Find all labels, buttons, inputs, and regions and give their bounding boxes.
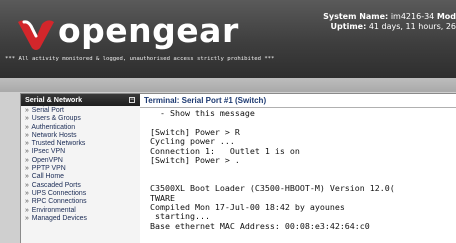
arrow-icon: » — [25, 206, 29, 214]
arrow-icon: » — [25, 214, 29, 222]
system-info: System Name: im4216-34 Mod Uptime: 41 da… — [323, 12, 456, 32]
sidebar-item-label: PPTP VPN — [31, 165, 66, 173]
arrow-icon: » — [25, 198, 29, 206]
sidebar-item-openvpn[interactable]: » OpenVPN — [25, 157, 141, 165]
arrow-icon: » — [25, 189, 29, 197]
arrow-icon: » — [25, 148, 29, 156]
sidebar-item-label: Users & Groups — [31, 115, 81, 123]
sidebar-item-label: IPsec VPN — [31, 148, 66, 156]
collapse-icon[interactable]: − — [129, 97, 135, 103]
sidebar-item-rpc-connections[interactable]: » RPC Connections — [25, 198, 141, 206]
sidebar-menu: » Serial Port » Users & Groups » Authent… — [21, 106, 141, 223]
title-divider — [140, 107, 456, 108]
arrow-icon: » — [25, 140, 29, 148]
arrow-icon: » — [25, 123, 29, 131]
terminal-output[interactable]: - Show this message [Switch] Power > R Cy… — [150, 109, 456, 243]
sidebar-item-ipsec-vpn[interactable]: » IPsec VPN — [25, 148, 141, 156]
header-divider-band — [0, 78, 456, 92]
sidebar-item-label: Trusted Networks — [31, 140, 86, 148]
sidebar-item-trusted-networks[interactable]: » Trusted Networks — [25, 140, 141, 148]
sidebar-item-label: UPS Connections — [31, 189, 87, 197]
system-name-extra: Mod — [436, 12, 456, 21]
sidebar-item-label: Serial Port — [31, 107, 64, 114]
sidebar-title: Serial & Network — [25, 95, 83, 104]
main-panel: Terminal: Serial Port #1 (Switch) - Show… — [140, 93, 456, 243]
arrow-icon: » — [25, 107, 29, 114]
arrow-icon: » — [25, 165, 29, 173]
opengear-logo-icon — [18, 20, 54, 50]
terminal-line: - Show this message — [150, 109, 255, 118]
sidebar-header[interactable]: Serial & Network − — [21, 94, 141, 106]
system-name-label: System Name: — [323, 12, 389, 21]
sidebar-item-label: OpenVPN — [31, 156, 63, 164]
uptime-label: Uptime: — [330, 22, 367, 31]
sidebar-item-serial-port[interactable]: » Serial Port — [25, 107, 141, 115]
arrow-icon: » — [25, 115, 29, 123]
arrow-icon: » — [25, 131, 29, 139]
sidebar-item-authentication[interactable]: » Authentication — [25, 124, 141, 132]
sidebar-item-network-hosts[interactable]: » Network Hosts — [25, 132, 141, 140]
sidebar-item-label: RPC Connections — [31, 198, 87, 206]
sidebar-item-users-groups[interactable]: » Users & Groups — [25, 115, 141, 123]
app-header: opengear System Name: im4216-34 Mod Upti… — [0, 0, 456, 78]
sidebar-item-label: Authentication — [31, 123, 76, 131]
sidebar-item-pptp-vpn[interactable]: » PPTP VPN — [25, 165, 141, 173]
sidebar-item-label: Cascaded Ports — [31, 181, 81, 189]
brand-name: opengear — [58, 11, 239, 50]
access-warning: *** All activity monitored & logged, una… — [5, 56, 275, 62]
terminal-line: Base ethernet MAC Address: 00:08:e3:42:6… — [150, 220, 370, 231]
terminal-line: [Switch] Power > . — [150, 155, 240, 166]
arrow-icon: » — [25, 173, 29, 181]
sidebar-item-environmental[interactable]: » Environmental — [25, 207, 141, 215]
sidebar-item-ups-connections[interactable]: » UPS Connections — [25, 190, 141, 198]
sidebar-item-cascaded-ports[interactable]: » Cascaded Ports — [25, 182, 141, 190]
system-name-value: im4216-34 — [390, 12, 435, 21]
sidebar-item-label: Environmental — [31, 206, 76, 214]
terminal-title: Terminal: Serial Port #1 (Switch) — [144, 96, 267, 105]
uptime-value: 41 days, 11 hours, 26 — [368, 22, 456, 31]
sidebar-item-call-home[interactable]: » Call Home — [25, 173, 141, 181]
sidebar-item-label: Call Home — [31, 173, 64, 181]
sidebar-item-label: Network Hosts — [31, 131, 77, 139]
sidebar-item-label: Managed Devices — [31, 214, 87, 222]
arrow-icon: » — [25, 181, 29, 189]
sidebar: Serial & Network − » Serial Port » Users… — [20, 93, 142, 243]
terminal-line: C3500XL Boot Loader (C3500-HBOOT-M) Vers… — [150, 183, 395, 194]
arrow-icon: » — [25, 156, 29, 164]
sidebar-item-managed-devices[interactable]: » Managed Devices — [25, 215, 141, 223]
